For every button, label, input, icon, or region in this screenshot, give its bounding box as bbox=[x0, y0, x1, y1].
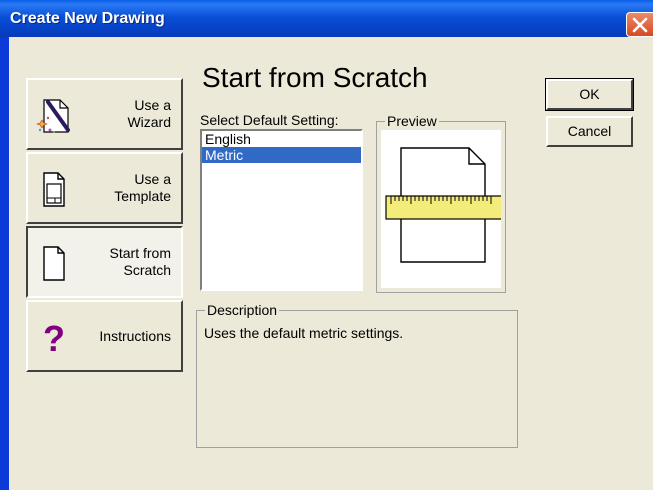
start-from-scratch-label: Start from Scratch bbox=[109, 245, 171, 278]
close-button[interactable] bbox=[626, 12, 653, 37]
page-title: Start from Scratch bbox=[202, 62, 428, 93]
start-from-scratch-button[interactable]: Start from Scratch bbox=[26, 226, 183, 298]
use-wizard-button[interactable]: Use a Wizard bbox=[26, 78, 183, 150]
ok-button[interactable]: OK bbox=[545, 78, 634, 111]
wizard-wand-icon bbox=[36, 96, 72, 136]
use-template-button[interactable]: Use a Template bbox=[26, 152, 183, 224]
title-bar[interactable]: Create New Drawing bbox=[0, 0, 653, 37]
use-wizard-label: Use a Wizard bbox=[127, 97, 171, 130]
list-item-english[interactable]: English bbox=[202, 131, 361, 147]
list-item-metric[interactable]: Metric bbox=[202, 147, 361, 163]
use-template-label: Use a Template bbox=[114, 171, 171, 204]
preview-canvas bbox=[381, 130, 511, 288]
instructions-button[interactable]: ? Instructions bbox=[26, 300, 183, 372]
preview-label: Preview bbox=[385, 113, 439, 129]
cancel-button[interactable]: Cancel bbox=[546, 116, 633, 147]
dialog-window: Create New Drawing Use a Wizard Use a Te… bbox=[0, 0, 653, 490]
description-text: Uses the default metric settings. bbox=[204, 325, 404, 341]
template-document-icon bbox=[36, 170, 72, 210]
blank-document-icon bbox=[36, 244, 72, 284]
question-mark-icon: ? bbox=[36, 318, 72, 359]
svg-text:?: ? bbox=[43, 318, 65, 358]
dialog-client-area: Use a Wizard Use a Template Start from S… bbox=[9, 37, 653, 490]
metric-ruler-page-icon bbox=[381, 147, 511, 292]
window-title: Create New Drawing bbox=[10, 10, 165, 27]
description-label: Description bbox=[205, 302, 280, 318]
instructions-label: Instructions bbox=[99, 327, 171, 344]
default-setting-listbox[interactable]: English Metric bbox=[200, 129, 363, 291]
description-group: Description Uses the default metric sett… bbox=[196, 302, 518, 448]
default-setting-label: Select Default Setting: bbox=[200, 112, 339, 128]
preview-group: Preview bbox=[376, 113, 511, 293]
